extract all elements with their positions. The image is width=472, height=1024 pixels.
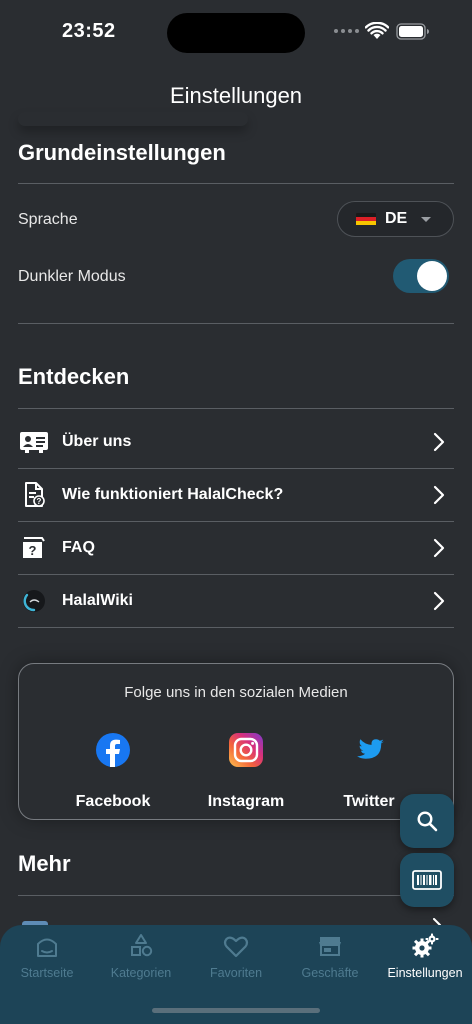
twitter-icon (356, 739, 384, 759)
tab-settings[interactable]: Einstellungen (378, 933, 472, 980)
tab-label: Geschäfte (301, 966, 359, 980)
facebook-label: Facebook (75, 793, 151, 810)
language-value: DE (385, 210, 408, 227)
page-title: Einstellungen (169, 83, 303, 108)
language-select[interactable]: DE (337, 201, 454, 237)
list-item-how-it-works[interactable]: ? Wie funktioniert HalalCheck? (18, 469, 454, 521)
instagram-link[interactable]: Instagram (186, 732, 306, 811)
header-shadow (18, 112, 248, 126)
chevron-right-icon (433, 432, 445, 452)
search-button[interactable] (400, 794, 454, 848)
faq-box-icon: ? (18, 534, 50, 562)
settings-icon (412, 933, 439, 958)
section-title-more: Mehr (18, 851, 71, 876)
social-media-card: Folge uns in den sozialen Medien Faceboo… (18, 663, 454, 820)
divider (18, 323, 454, 324)
halalwiki-logo-icon (18, 587, 50, 615)
list-item-label: HalalWiki (62, 592, 133, 609)
tab-label: Kategorien (110, 966, 172, 980)
divider (18, 895, 454, 896)
section-title-basic-settings: Grundeinstellungen (18, 140, 226, 165)
svg-text:?: ? (29, 543, 37, 558)
caret-down-icon (421, 217, 431, 222)
battery-icon (396, 23, 429, 40)
instagram-label: Instagram (207, 793, 285, 810)
dark-mode-label: Dunkler Modus (18, 268, 126, 285)
social-media-title: Folge uns in den sozialen Medien (124, 684, 348, 701)
store-icon (319, 937, 341, 956)
instagram-icon (229, 733, 263, 767)
list-item-label: Wie funktioniert HalalCheck? (62, 486, 284, 503)
barcode-icon (412, 870, 442, 890)
tab-label: Startseite (20, 966, 74, 980)
section-title-discover: Entdecken (18, 364, 130, 389)
tab-favorites[interactable]: Favoriten (189, 933, 283, 980)
tab-home[interactable]: Startseite (0, 933, 94, 980)
language-label: Sprache (18, 211, 78, 228)
divider (18, 183, 454, 184)
wifi-icon (365, 22, 389, 39)
list-item-faq[interactable]: ? FAQ (18, 522, 454, 574)
german-flag-icon (356, 212, 376, 226)
dynamic-island (167, 13, 305, 53)
home-indicator (152, 1008, 320, 1013)
home-icon (37, 938, 57, 957)
tab-label: Favoriten (209, 966, 263, 980)
tab-stores[interactable]: Geschäfte (283, 933, 377, 980)
divider (18, 408, 454, 409)
list-item-halalwiki[interactable]: HalalWiki (18, 575, 454, 627)
facebook-icon (96, 733, 130, 767)
barcode-scan-button[interactable] (400, 853, 454, 907)
tab-categories[interactable]: Kategorien (94, 933, 188, 980)
search-icon (417, 811, 438, 832)
list-item-label: FAQ (62, 539, 95, 556)
list-item-label: Über uns (62, 433, 132, 450)
categories-icon (131, 934, 153, 957)
document-question-icon: ? (18, 481, 50, 509)
id-card-icon (18, 428, 50, 456)
status-time: 23:52 (62, 20, 116, 42)
chevron-right-icon (433, 485, 445, 505)
chevron-right-icon (433, 538, 445, 558)
dark-mode-toggle[interactable] (393, 259, 449, 293)
tab-label: Einstellungen (387, 966, 463, 980)
chevron-right-icon (433, 591, 445, 611)
facebook-link[interactable]: Facebook (53, 732, 173, 811)
list-item-about-us[interactable]: Über uns (18, 416, 454, 468)
toggle-knob (417, 261, 447, 291)
svg-text:?: ? (37, 497, 42, 506)
heart-icon (223, 936, 249, 958)
cellular-signal-icon (334, 29, 359, 33)
status-bar: 23:52 (0, 0, 472, 64)
divider (18, 627, 454, 628)
